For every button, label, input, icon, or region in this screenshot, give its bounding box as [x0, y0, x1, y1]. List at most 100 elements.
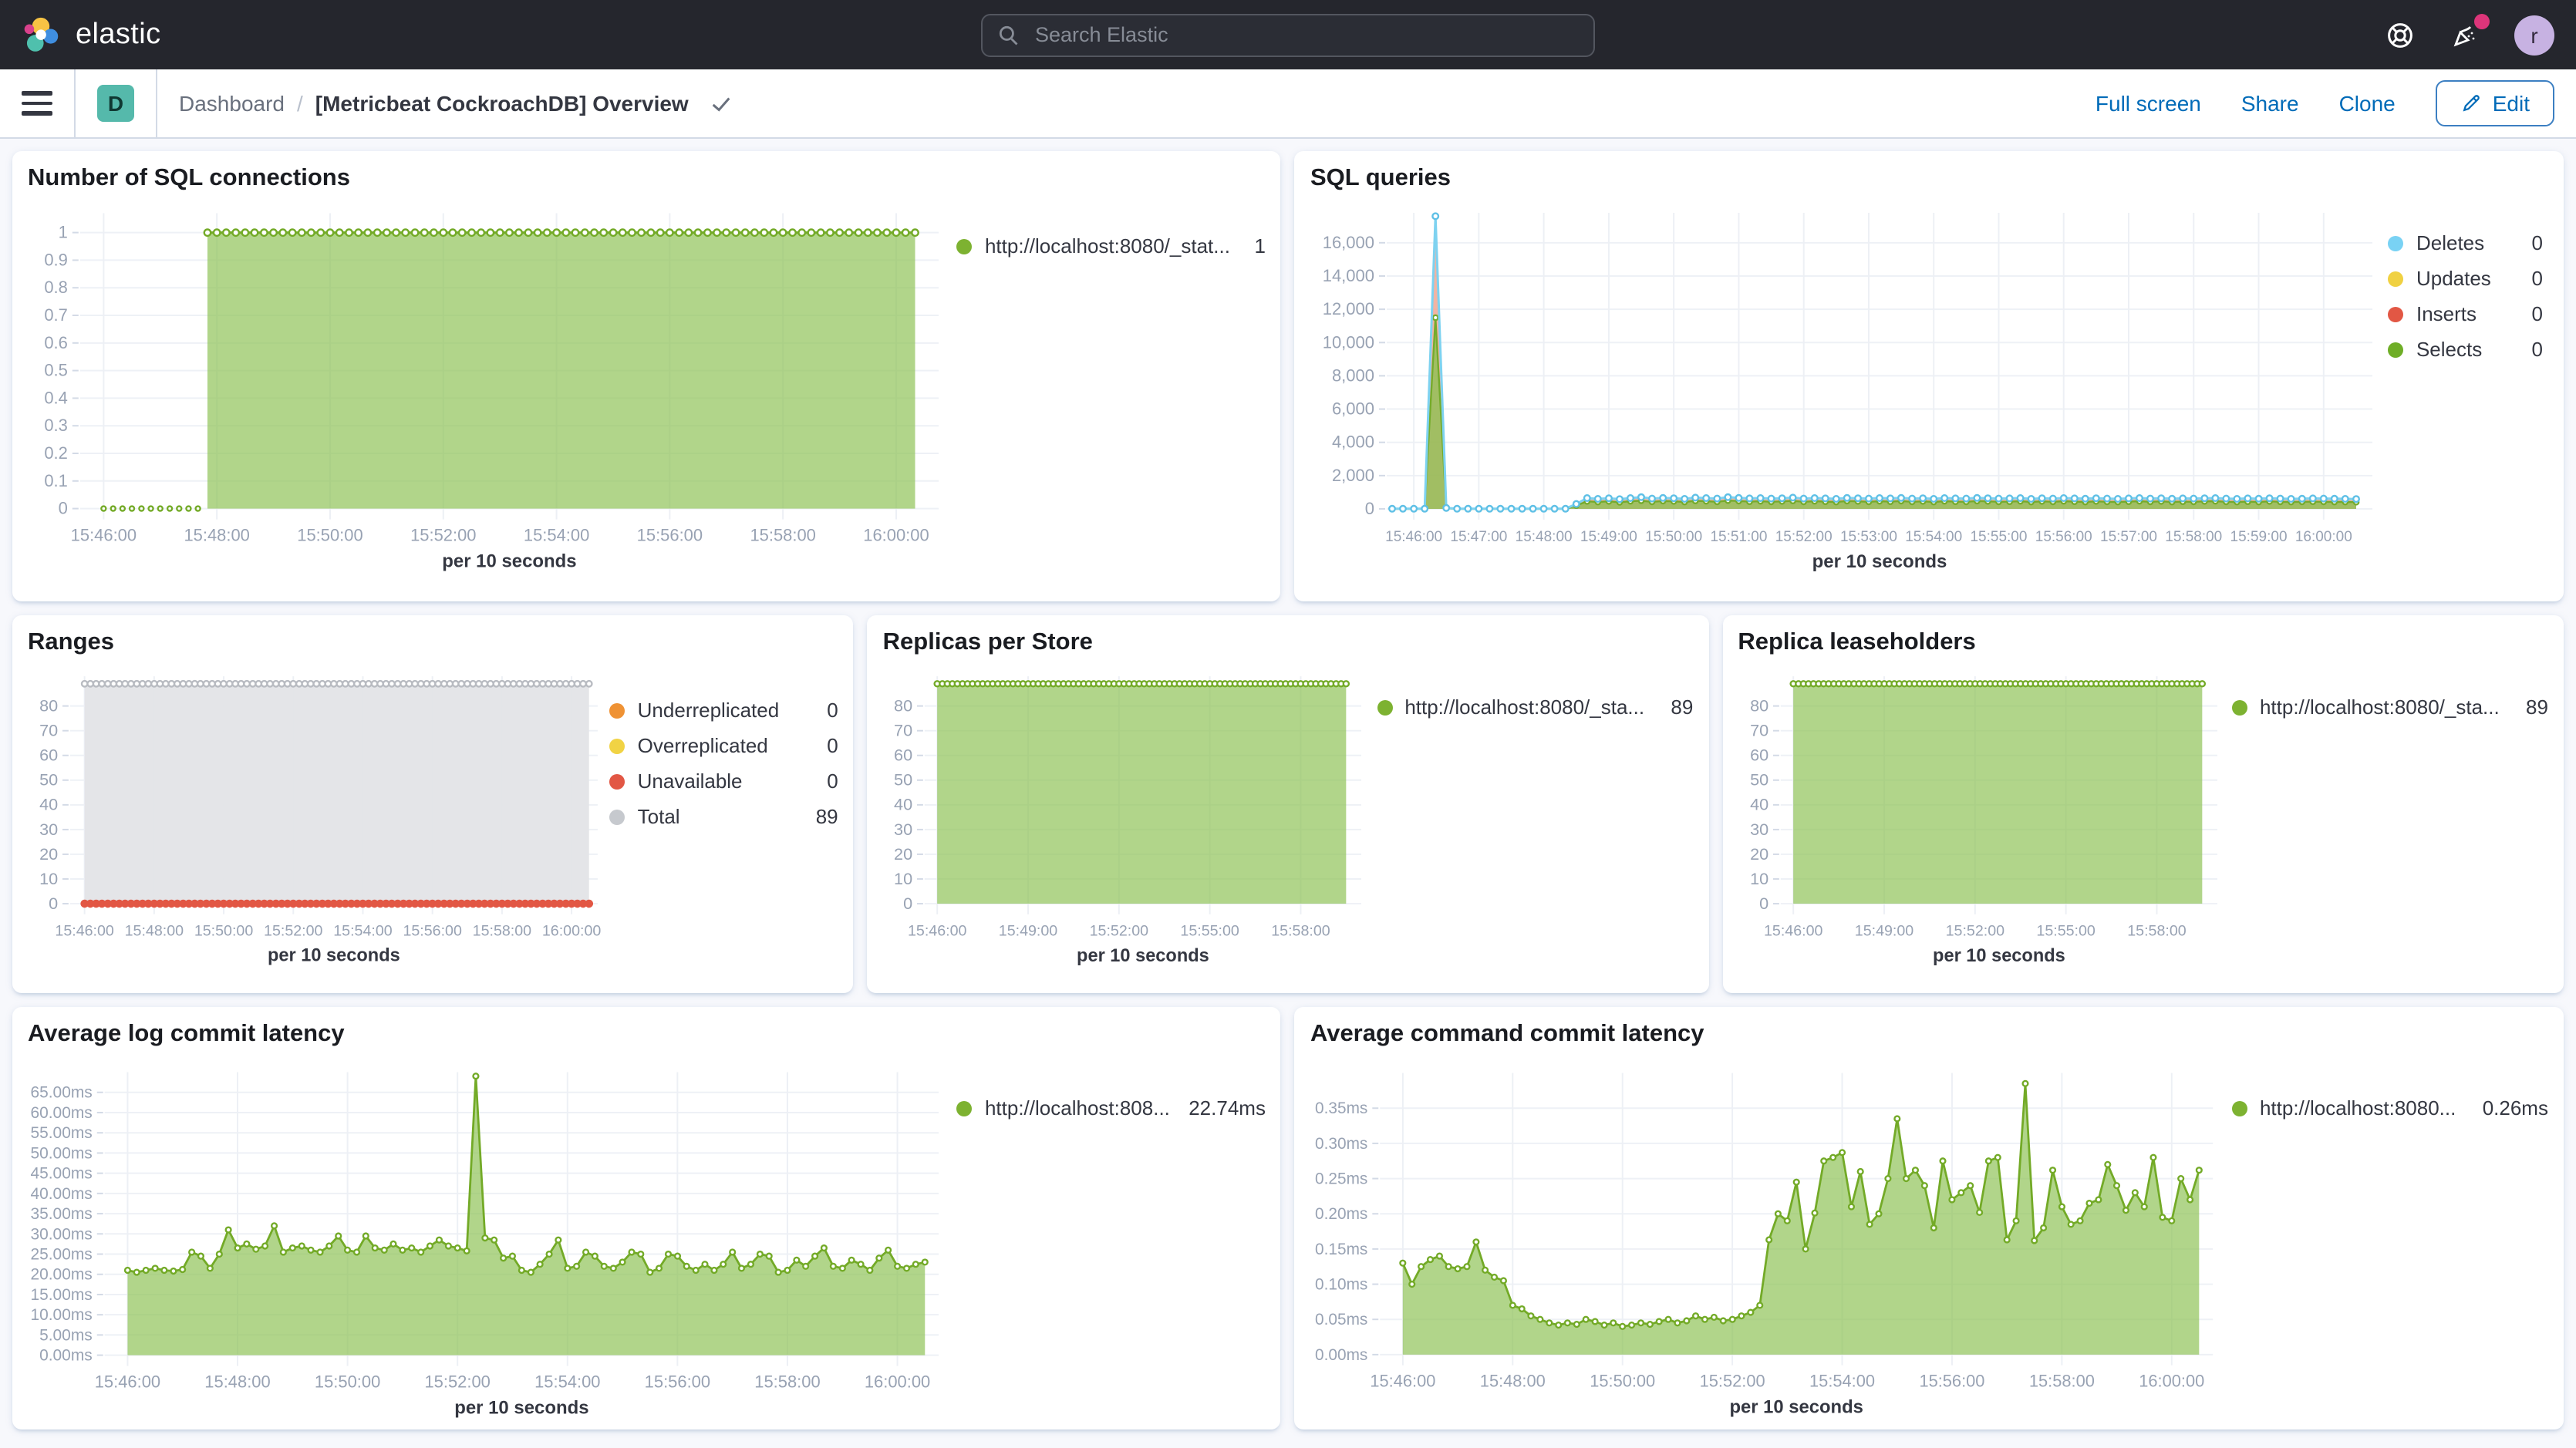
svg-text:50: 50 — [895, 770, 913, 790]
legend-item[interactable]: Underreplicated0 — [610, 699, 838, 722]
legend-value: 0.26ms — [2483, 1096, 2548, 1120]
help-icon[interactable] — [2385, 19, 2416, 50]
panel-title[interactable]: Average log commit latency — [12, 1007, 1281, 1050]
breadcrumb-dashboard-link[interactable]: Dashboard — [179, 91, 285, 116]
svg-text:15:58:00: 15:58:00 — [473, 922, 532, 939]
legend-item[interactable]: Updates0 — [2389, 267, 2543, 290]
svg-text:0: 0 — [59, 499, 68, 518]
legend-value: 0 — [827, 699, 838, 722]
divider — [74, 69, 76, 137]
svg-text:15:52:00: 15:52:00 — [424, 1372, 490, 1392]
svg-text:per 10 seconds: per 10 seconds — [454, 1397, 588, 1418]
svg-text:15:58:00: 15:58:00 — [2030, 1372, 2096, 1391]
newsfeed-icon[interactable] — [2450, 19, 2480, 50]
global-search[interactable] — [981, 13, 1595, 56]
svg-text:15:55:00: 15:55:00 — [1181, 922, 1240, 939]
svg-text:0.3: 0.3 — [44, 416, 67, 435]
legend-item[interactable]: http://localhost:8080...0.26ms — [2232, 1096, 2548, 1120]
legend-item[interactable]: Unavailable0 — [610, 769, 838, 793]
svg-text:15:46:00: 15:46:00 — [71, 526, 137, 545]
svg-text:15:58:00: 15:58:00 — [754, 1372, 820, 1392]
svg-text:15:56:00: 15:56:00 — [637, 526, 703, 545]
full-screen-button[interactable]: Full screen — [2096, 91, 2201, 116]
panel-title[interactable]: Average command commit latency — [1295, 1007, 2564, 1050]
svg-text:15:56:00: 15:56:00 — [1920, 1372, 1985, 1391]
legend-item[interactable]: http://localhost:8080/_stat...1 — [957, 234, 1266, 258]
svg-text:10: 10 — [1749, 869, 1768, 888]
svg-text:15:52:00: 15:52:00 — [410, 526, 476, 545]
clone-button[interactable]: Clone — [2339, 91, 2396, 116]
svg-text:30.00ms: 30.00ms — [30, 1225, 92, 1243]
edit-button[interactable]: Edit — [2436, 80, 2554, 126]
notification-dot — [2474, 13, 2490, 29]
panel-title[interactable]: Replicas per Store — [868, 615, 1709, 658]
svg-text:15:50:00: 15:50:00 — [1590, 1372, 1656, 1391]
legend-label: Unavailable — [638, 769, 743, 793]
svg-text:per 10 seconds: per 10 seconds — [1813, 551, 1948, 572]
legend-value: 0 — [2532, 302, 2543, 325]
dashboard-grid: Number of SQL connections 00.10.20.30.40… — [0, 139, 2576, 1429]
svg-text:0.35ms: 0.35ms — [1316, 1099, 1368, 1117]
legend-dot — [2389, 306, 2404, 322]
svg-text:70: 70 — [895, 721, 913, 740]
share-button[interactable]: Share — [2241, 91, 2299, 116]
legend-value: 89 — [2526, 695, 2548, 719]
svg-text:70: 70 — [1749, 721, 1768, 740]
svg-text:10.00ms: 10.00ms — [30, 1306, 92, 1324]
svg-text:70: 70 — [39, 721, 58, 740]
svg-text:0.9: 0.9 — [44, 250, 67, 269]
legend-dot — [610, 773, 625, 789]
sql-connections-chart[interactable]: 00.10.20.30.40.50.60.70.80.9115:46:0015:… — [19, 194, 957, 580]
svg-text:20: 20 — [1749, 844, 1768, 864]
svg-text:15:50:00: 15:50:00 — [297, 526, 362, 545]
legend: http://localhost:8080/_sta...89 — [2232, 658, 2557, 993]
panel-title[interactable]: Ranges — [12, 615, 854, 658]
svg-text:15:55:00: 15:55:00 — [1971, 529, 2028, 545]
svg-text:0.00ms: 0.00ms — [39, 1347, 93, 1365]
panel-title[interactable]: Number of SQL connections — [12, 151, 1281, 194]
svg-text:15:50:00: 15:50:00 — [1646, 529, 1703, 545]
panel-ranges: Ranges 0102030405060708015:46:0015:48:00… — [12, 615, 854, 993]
legend-label: Overreplicated — [638, 734, 768, 757]
svg-text:0.05ms: 0.05ms — [1316, 1311, 1368, 1328]
space-badge[interactable]: D — [97, 85, 134, 122]
legend-item[interactable]: Inserts 0 — [2389, 302, 2543, 325]
replica-leaseholders-chart[interactable]: 0102030405060708015:46:0015:49:0015:52:0… — [1728, 658, 2232, 976]
legend: http://localhost:8080...0.26ms — [2232, 1050, 2557, 1429]
ranges-chart[interactable]: 0102030405060708015:46:0015:48:0015:50:0… — [19, 658, 610, 976]
svg-text:15:46:00: 15:46:00 — [1386, 529, 1443, 545]
legend-item[interactable]: Overreplicated0 — [610, 734, 838, 757]
svg-text:20: 20 — [39, 844, 58, 864]
page-title: [Metricbeat CockroachDB] Overview — [315, 91, 689, 116]
menu-icon[interactable] — [22, 92, 52, 116]
avg-command-commit-latency-chart[interactable]: 0.00ms0.05ms0.10ms0.15ms0.20ms0.25ms0.30… — [1301, 1050, 2232, 1426]
avatar[interactable]: r — [2514, 15, 2554, 55]
sql-queries-chart[interactable]: 02,0004,0006,0008,00010,00012,00014,0001… — [1301, 194, 2389, 580]
avg-log-commit-latency-chart[interactable]: 0.00ms5.00ms10.00ms15.00ms20.00ms25.00ms… — [19, 1050, 957, 1426]
panel-avg-log-commit-latency: Average log commit latency 0.00ms5.00ms1… — [12, 1007, 1281, 1429]
legend-item[interactable]: http://localhost:808...22.74ms — [957, 1096, 1266, 1120]
svg-text:0: 0 — [1366, 499, 1375, 518]
legend-item[interactable]: Selects0 — [2389, 338, 2543, 361]
legend-item[interactable]: Total89 — [610, 805, 838, 828]
svg-text:15:46:00: 15:46:00 — [909, 922, 968, 939]
svg-text:60: 60 — [895, 746, 913, 765]
svg-text:15:56:00: 15:56:00 — [2036, 529, 2093, 545]
title-check-icon[interactable] — [707, 89, 737, 118]
search-input[interactable] — [1032, 22, 1578, 48]
svg-text:65.00ms: 65.00ms — [30, 1084, 92, 1102]
legend-label: Inserts — [2416, 302, 2477, 325]
svg-text:15:46:00: 15:46:00 — [55, 922, 114, 939]
svg-text:50: 50 — [39, 770, 58, 790]
legend-item[interactable]: Deletes0 — [2389, 231, 2543, 254]
panel-title[interactable]: SQL queries — [1295, 151, 2564, 194]
svg-text:15:50:00: 15:50:00 — [194, 922, 254, 939]
legend-item[interactable]: http://localhost:8080/_sta...89 — [1377, 695, 1693, 719]
replicas-per-store-chart[interactable]: 0102030405060708015:46:0015:49:0015:52:0… — [874, 658, 1377, 976]
svg-text:16:00:00: 16:00:00 — [542, 922, 602, 939]
legend-item[interactable]: http://localhost:8080/_sta...89 — [2232, 695, 2548, 719]
legend: http://localhost:808...22.74ms — [957, 1050, 1275, 1429]
panel-title[interactable]: Replica leaseholders — [1722, 615, 2564, 658]
svg-text:15:48:00: 15:48:00 — [125, 922, 184, 939]
elastic-logo[interactable] — [22, 15, 62, 55]
